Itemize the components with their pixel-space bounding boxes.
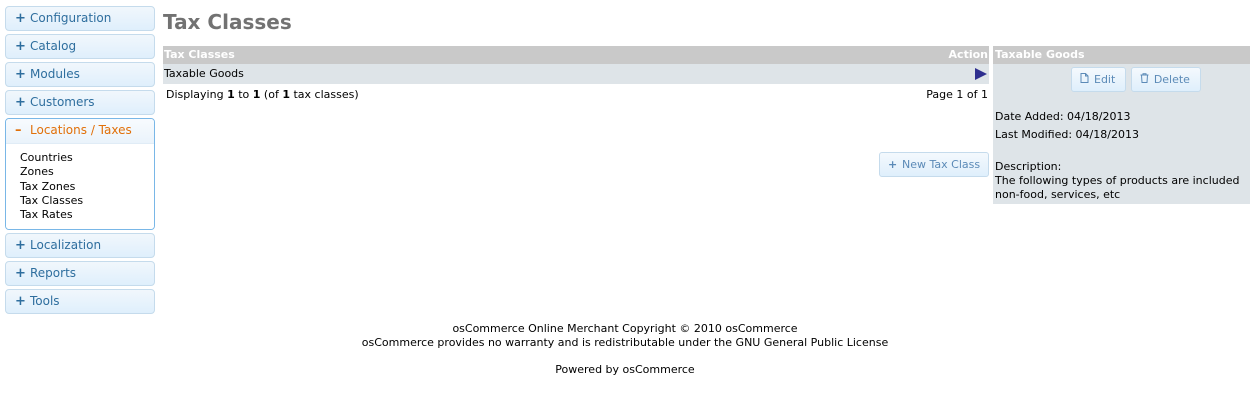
- sidebar-catalog-label: Catalog: [30, 39, 77, 53]
- play-arrow-icon[interactable]: [975, 68, 987, 80]
- plus-icon: +: [15, 67, 26, 82]
- plus-icon: +: [15, 238, 26, 254]
- sidebar-configuration-label: Configuration: [30, 11, 112, 25]
- plus-icon: +: [15, 266, 26, 282]
- tax-classes-table: Tax Classes Action Taxable Goods Display…: [163, 46, 989, 177]
- column-header-action: Action: [948, 48, 988, 61]
- edit-label: Edit: [1094, 73, 1116, 86]
- page-indicator: Page 1 of 1: [926, 88, 988, 101]
- plus-icon: +: [888, 158, 898, 171]
- sidebar-item-tax-rates[interactable]: Tax Rates: [20, 208, 154, 222]
- plus-icon: +: [15, 95, 26, 110]
- info-box-actions: Edit Delete: [1071, 67, 1202, 92]
- new-tax-class-label: New Tax Class: [902, 158, 981, 171]
- edit-button[interactable]: Edit: [1071, 67, 1127, 92]
- table-row[interactable]: Taxable Goods: [163, 64, 989, 84]
- table-header: Tax Classes Action: [163, 46, 989, 64]
- sidebar-locations-taxes-panel: – Locations / Taxes Countries Zones Tax Z…: [5, 118, 155, 231]
- sidebar-localization[interactable]: + Localization: [5, 233, 155, 259]
- info-box-title: Taxable Goods: [993, 46, 1250, 64]
- display-total: 1: [282, 88, 290, 101]
- sidebar-localization-label: Localization: [30, 238, 102, 253]
- sidebar-catalog[interactable]: + Catalog: [5, 34, 155, 59]
- info-box: Taxable Goods Edit Delete Date Added: 04…: [993, 46, 1250, 204]
- sidebar-customers-label: Customers: [30, 95, 95, 109]
- sidebar-locations-taxes-label: Locations / Taxes: [30, 123, 132, 137]
- trash-icon: [1140, 68, 1154, 91]
- sidebar-tools[interactable]: + Tools: [5, 289, 155, 315]
- sidebar-item-zones[interactable]: Zones: [20, 165, 154, 179]
- display-suffix: tax classes): [289, 88, 359, 101]
- description-label: Description:: [995, 160, 1062, 173]
- display-prefix: Displaying: [166, 88, 228, 101]
- delete-label: Delete: [1153, 73, 1190, 86]
- sidebar-modules[interactable]: + Modules: [5, 62, 155, 87]
- row-name: Taxable Goods: [164, 67, 244, 80]
- display-to-word: to: [234, 88, 253, 101]
- sidebar: + Configuration + Catalog + Modules + Custom…: [5, 6, 155, 317]
- footer-warranty: osCommerce provides no warranty and is r…: [361, 336, 889, 349]
- document-icon: [1080, 68, 1094, 91]
- footer-powered: Powered by osCommerce: [555, 363, 695, 376]
- plus-icon: +: [15, 39, 26, 54]
- display-of: (of: [260, 88, 283, 101]
- sidebar-modules-label: Modules: [30, 67, 80, 81]
- minus-icon: –: [15, 123, 22, 138]
- description-line-2: non-food, services, etc: [995, 188, 1121, 201]
- display-from: 1: [227, 88, 235, 101]
- sidebar-item-tax-classes[interactable]: Tax Classes: [20, 194, 154, 208]
- footer-copyright: osCommerce Online Merchant Copyright © 2…: [452, 322, 798, 335]
- new-tax-class-button[interactable]: + New Tax Class: [879, 152, 989, 177]
- sidebar-tools-label: Tools: [30, 294, 60, 309]
- sidebar-item-tax-zones[interactable]: Tax Zones: [20, 180, 154, 194]
- last-modified: Last Modified: 04/18/2013: [995, 128, 1139, 141]
- description-line-1: The following types of products are incl…: [995, 174, 1240, 187]
- delete-button[interactable]: Delete: [1130, 67, 1201, 92]
- sidebar-configuration[interactable]: + Configuration: [5, 6, 155, 31]
- sidebar-customers[interactable]: + Customers: [5, 90, 155, 115]
- sidebar-reports[interactable]: + Reports: [5, 261, 155, 287]
- display-count: Displaying 1 to 1 (of 1 tax classes) Pag…: [163, 84, 989, 106]
- date-added: Date Added: 04/18/2013: [995, 110, 1131, 123]
- plus-icon: +: [15, 294, 26, 310]
- column-header-tax-classes: Tax Classes: [164, 48, 235, 61]
- sidebar-submenu: Countries Zones Tax Zones Tax Classes Ta…: [6, 144, 154, 230]
- sidebar-reports-label: Reports: [30, 266, 77, 281]
- page-title: Tax Classes: [163, 10, 292, 34]
- sidebar-item-countries[interactable]: Countries: [20, 151, 154, 165]
- plus-icon: +: [15, 11, 26, 26]
- sidebar-locations-taxes[interactable]: – Locations / Taxes: [6, 119, 154, 144]
